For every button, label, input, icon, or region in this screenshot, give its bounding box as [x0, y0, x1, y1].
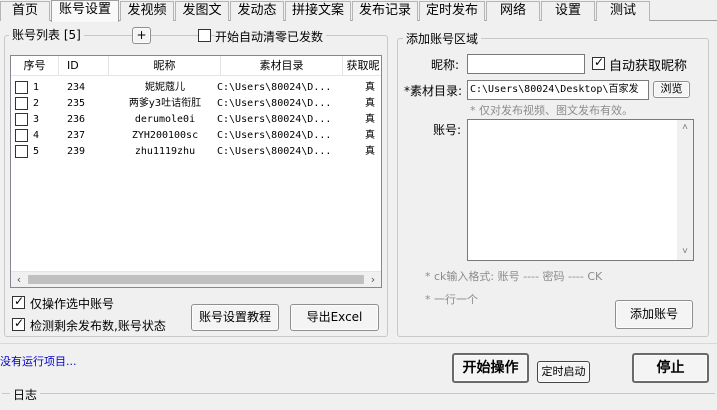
only-selected-checkbox[interactable] [12, 294, 25, 309]
only-selected-label: 仅操作选中账号 [30, 297, 115, 311]
row-material-dir: C:\Users\80024\D... [217, 146, 332, 157]
row-fetch: 真 [365, 130, 375, 141]
auto-nickname-checkbox[interactable] [592, 55, 605, 70]
horizontal-scrollbar[interactable]: ‹ › [11, 271, 381, 287]
add-row-button[interactable]: + [132, 27, 151, 44]
account-table: 序号 ID 昵称 素材目录 获取昵 1 234 妮妮蔻儿 C:\Users\80… [10, 55, 382, 288]
scroll-left-icon[interactable]: ‹ [11, 272, 27, 287]
log-group: 日志 [2, 386, 715, 410]
row-material-dir: C:\Users\80024\D... [217, 130, 332, 141]
row-fetch: 真 [365, 114, 375, 125]
row-id: 235 [67, 98, 86, 109]
add-account-button[interactable]: 添加账号 [615, 300, 693, 329]
table-row[interactable]: 4 237 ZYH200100sc C:\Users\80024\D... 真 [11, 128, 381, 144]
status-text: 没有运行项目... [0, 355, 77, 368]
row-material-dir: C:\Users\80024\D... [217, 98, 332, 109]
row-fetch: 真 [365, 82, 375, 93]
browse-button[interactable]: 浏览 [653, 81, 690, 98]
col-id[interactable]: ID [59, 56, 109, 76]
tab-splice-copy[interactable]: 拼接文案 [285, 1, 351, 21]
export-excel-button[interactable]: 导出Excel [290, 304, 379, 331]
col-nickname[interactable]: 昵称 [109, 56, 221, 76]
account-textarea[interactable]: ˄ ˅ [467, 119, 694, 261]
material-dir-input[interactable]: C:\Users\80024\Desktop\百家发 [467, 80, 649, 100]
row-index: 1 [33, 82, 40, 93]
add-account-title: 添加账号区域 [403, 32, 482, 46]
row-checkbox[interactable] [15, 113, 28, 126]
check-remaining-label: 检测剩余发布数,账号状态 [30, 319, 166, 333]
tab-scheduled-publish[interactable]: 定时发布 [419, 1, 485, 21]
table-row[interactable]: 1 234 妮妮蔻儿 C:\Users\80024\D... 真 [11, 80, 381, 96]
row-nickname: ZYH200100sc [131, 130, 199, 141]
account-tutorial-button[interactable]: 账号设置教程 [191, 304, 279, 331]
material-dir-label: *素材目录: [404, 84, 463, 98]
row-material-dir: C:\Users\80024\D... [217, 82, 332, 93]
row-index: 3 [33, 114, 40, 125]
tab-publish-records[interactable]: 发布记录 [352, 1, 418, 21]
row-nickname: zhu1119zhu [134, 146, 196, 157]
tab-post-image-text[interactable]: 发图文 [175, 1, 229, 21]
row-checkbox[interactable] [15, 129, 28, 142]
tab-post-video[interactable]: 发视频 [120, 1, 174, 21]
col-material-dir[interactable]: 素材目录 [221, 56, 343, 76]
auto-clear-checkbox[interactable] [198, 29, 211, 42]
scroll-right-icon[interactable]: › [365, 272, 381, 287]
one-per-line-hint: * 一行一个 [425, 293, 478, 306]
scroll-up-icon[interactable]: ˄ [677, 120, 693, 136]
timed-start-button[interactable]: 定时启动 [537, 361, 590, 383]
row-checkbox[interactable] [15, 97, 28, 110]
row-index: 4 [33, 130, 40, 141]
auto-clear-label: 开始自动清零已发数 [215, 28, 327, 45]
account-list-title: 账号列表 [5] [9, 28, 84, 42]
tab-test[interactable]: 测试 [596, 1, 650, 21]
row-checkbox[interactable] [15, 81, 28, 94]
tab-home[interactable]: 首页 [0, 1, 50, 21]
row-id: 237 [67, 130, 86, 141]
col-fetch-nickname[interactable]: 获取昵 [343, 56, 381, 76]
stop-button[interactable]: 停止 [632, 353, 709, 383]
row-nickname: derumole0i [134, 114, 196, 125]
tab-post-dynamic[interactable]: 发动态 [230, 1, 284, 21]
row-id: 234 [67, 82, 86, 93]
divider [0, 343, 717, 344]
ck-format-hint: * ck输入格式: 账号 ---- 密码 ---- CK [425, 270, 603, 283]
table-header: 序号 ID 昵称 素材目录 获取昵 [11, 56, 381, 76]
table-row[interactable]: 5 239 zhu1119zhu C:\Users\80024\D... 真 [11, 144, 381, 160]
vertical-scrollbar[interactable]: ˄ ˅ [677, 120, 693, 260]
row-checkbox[interactable] [15, 145, 28, 158]
tab-settings[interactable]: 设置 [541, 1, 595, 21]
scrollbar-thumb[interactable] [28, 275, 364, 284]
row-fetch: 真 [365, 98, 375, 109]
table-row[interactable]: 2 235 两爹y3吐诘衔肛 C:\Users\80024\D... 真 [11, 96, 381, 112]
material-hint: * 仅对发布视频、图文发布有效。 [470, 104, 633, 117]
row-index: 5 [33, 146, 40, 157]
scroll-down-icon[interactable]: ˅ [677, 244, 693, 260]
auto-nickname-label: 自动获取昵称 [609, 59, 688, 74]
nickname-label: 昵称: [431, 58, 460, 72]
check-remaining-checkbox[interactable] [12, 316, 25, 331]
start-operation-button[interactable]: 开始操作 [452, 353, 529, 383]
table-row[interactable]: 3 236 derumole0i C:\Users\80024\D... 真 [11, 112, 381, 128]
col-index[interactable]: 序号 [11, 56, 59, 76]
row-index: 2 [33, 98, 40, 109]
row-nickname: 两爹y3吐诘衔肛 [128, 98, 202, 109]
account-label: 账号: [433, 123, 462, 137]
row-fetch: 真 [365, 146, 375, 157]
row-id: 236 [67, 114, 86, 125]
tab-account-settings[interactable]: 账号设置 [51, 0, 119, 22]
row-id: 239 [67, 146, 86, 157]
row-material-dir: C:\Users\80024\D... [217, 114, 332, 125]
tab-bar: 首页 账号设置 发视频 发图文 发动态 拼接文案 发布记录 定时发布 网络 设置… [0, 0, 717, 22]
nickname-input[interactable] [467, 54, 585, 74]
row-nickname: 妮妮蔻儿 [145, 82, 185, 93]
log-title: 日志 [10, 386, 41, 403]
tab-network[interactable]: 网络 [486, 1, 540, 21]
